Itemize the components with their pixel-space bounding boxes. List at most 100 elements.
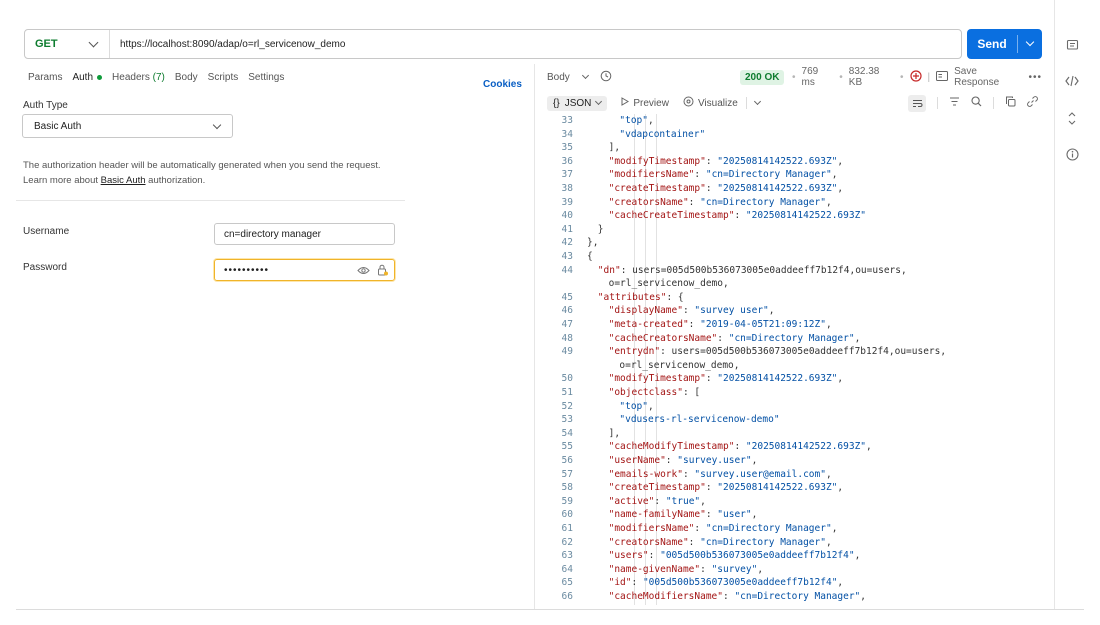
code-text: "top", (619, 115, 654, 126)
visualize-label: Visualize (697, 97, 738, 109)
username-field[interactable]: cn=directory manager (214, 223, 395, 245)
line-number: 56 (561, 455, 573, 466)
line-number: 63 (561, 550, 573, 562)
auth-description-line: The authorization header will be automat… (23, 160, 381, 171)
response-body-select[interactable]: Body (547, 71, 589, 83)
code-text: "entrydn": users=005d500b536073005e0adde… (608, 346, 947, 358)
chevron-down-icon[interactable] (753, 97, 761, 106)
comment-icon[interactable] (1064, 37, 1080, 53)
username-value: cn=directory manager (224, 228, 321, 240)
code-text: "active": "true", (608, 495, 706, 507)
code-text: "createTimestamp": "20250814142522.693Z"… (608, 482, 844, 494)
expand-icon[interactable] (1064, 110, 1080, 126)
bottom-divider (16, 609, 1084, 610)
line-number: 54 (561, 427, 573, 439)
code-text: "cacheCreateTimestamp": "20250814142522.… (608, 210, 867, 222)
tab-params[interactable]: Params (28, 72, 62, 83)
meta-separator: • (792, 71, 796, 83)
line-number: 58 (561, 482, 573, 494)
code-text: "name-familyName": "user", (608, 509, 758, 521)
search-icon[interactable] (971, 96, 982, 110)
cookies-link[interactable]: Cookies (483, 79, 522, 90)
line-number: 35 (561, 142, 573, 154)
code-text: "objectclass": [ (608, 387, 701, 398)
code-text: "userName": "survey.user", (608, 455, 758, 466)
save-icon[interactable] (936, 70, 949, 84)
password-label: Password (23, 262, 67, 273)
response-actions (908, 94, 1038, 112)
network-icon[interactable] (909, 69, 922, 85)
tab-body[interactable]: Body (175, 72, 198, 83)
visualize-icon (683, 96, 694, 110)
username-label: Username (23, 226, 70, 237)
line-number: 52 (561, 400, 573, 412)
code-text: o=rl_servicenow_demo, (619, 359, 740, 371)
code-text: o=rl_servicenow_demo, (608, 278, 729, 290)
request-tabs: Params Auth Headers (7) Body Scripts Set… (28, 72, 284, 83)
code-text: }, (587, 237, 599, 249)
line-number: 49 (561, 346, 573, 358)
code-icon[interactable] (1064, 73, 1080, 89)
code-text: "meta-created": "2019-04-05T21:09:12Z", (608, 319, 832, 330)
line-number: 64 (561, 563, 573, 575)
line-number: 44 (561, 264, 573, 276)
pane-divider[interactable] (534, 64, 535, 610)
status-badge[interactable]: 200 OK (740, 69, 785, 85)
send-label: Send (977, 37, 1007, 51)
send-divider (1017, 35, 1018, 53)
auth-type-select[interactable]: Basic Auth (22, 114, 233, 138)
code-text: "cacheModifyTimestamp": "20250814142522.… (608, 441, 872, 453)
response-size[interactable]: 832.38 KB (849, 66, 894, 88)
save-response-button[interactable]: Save Response (954, 66, 1022, 88)
code-text: "displayName": "survey user", (608, 305, 775, 317)
preview-label: Preview (633, 97, 669, 109)
line-number: 51 (561, 387, 573, 398)
url-bar: GET https://localhost:8090/adap/o=rl_ser… (24, 29, 962, 59)
wrap-icon[interactable] (908, 94, 926, 112)
link-icon[interactable] (1027, 96, 1038, 110)
right-rail-divider (1054, 0, 1055, 610)
visualize-button[interactable]: Visualize (683, 96, 761, 110)
line-number: 65 (561, 577, 573, 589)
code-text: "attributes": { (597, 291, 684, 303)
tab-auth-label: Auth (72, 72, 94, 83)
line-number: 43 (561, 251, 573, 262)
basic-auth-link[interactable]: Basic Auth (101, 175, 146, 186)
code-text: "modifyTimestamp": "20250814142522.693Z"… (608, 373, 844, 385)
line-number: 59 (561, 495, 573, 507)
chevron-down-icon[interactable] (1025, 37, 1035, 47)
send-button[interactable]: Send (967, 29, 1042, 59)
chevron-down-icon (581, 71, 589, 80)
copy-icon[interactable] (1005, 96, 1016, 110)
line-number: 66 (561, 591, 573, 602)
password-field[interactable]: •••••••••• (214, 259, 395, 281)
info-icon[interactable] (1064, 146, 1080, 162)
line-number: 60 (561, 509, 573, 521)
preview-button[interactable]: Preview (621, 97, 669, 109)
format-select[interactable]: {} JSON (547, 95, 608, 111)
tab-headers[interactable]: Headers (7) (112, 72, 165, 83)
line-number: 47 (561, 319, 573, 330)
history-icon[interactable] (600, 70, 612, 85)
code-text: "cacheModifiersName": "cn=Directory Mana… (608, 591, 867, 602)
line-number: 45 (561, 291, 573, 303)
line-number: 37 (561, 169, 573, 181)
eye-icon[interactable] (357, 266, 370, 278)
line-number: 34 (561, 128, 573, 140)
code-text: "vdusers-rl-servicenow-demo" (619, 414, 780, 426)
method-select[interactable]: GET (25, 30, 110, 58)
response-body-code[interactable]: 33 "top", 34 "vdapcontainer" 35], 36 "modifyTi… (540, 114, 1045, 605)
lock-icon[interactable] (377, 264, 388, 279)
code-text: "modifiersName": "cn=Directory Manager", (608, 523, 838, 534)
line-number: 50 (561, 373, 573, 385)
tab-auth[interactable]: Auth (72, 72, 103, 83)
code-text: } (597, 223, 604, 235)
more-icon[interactable]: ••• (1028, 72, 1042, 83)
url-input[interactable]: https://localhost:8090/adap/o=rl_service… (110, 39, 345, 50)
filter-icon[interactable] (949, 97, 960, 109)
tab-settings[interactable]: Settings (248, 72, 284, 83)
code-text: "modifiersName": "cn=Directory Manager", (608, 169, 838, 181)
code-text: "top", (619, 400, 654, 412)
response-time[interactable]: 769 ms (802, 66, 834, 88)
tab-scripts[interactable]: Scripts (208, 72, 239, 83)
